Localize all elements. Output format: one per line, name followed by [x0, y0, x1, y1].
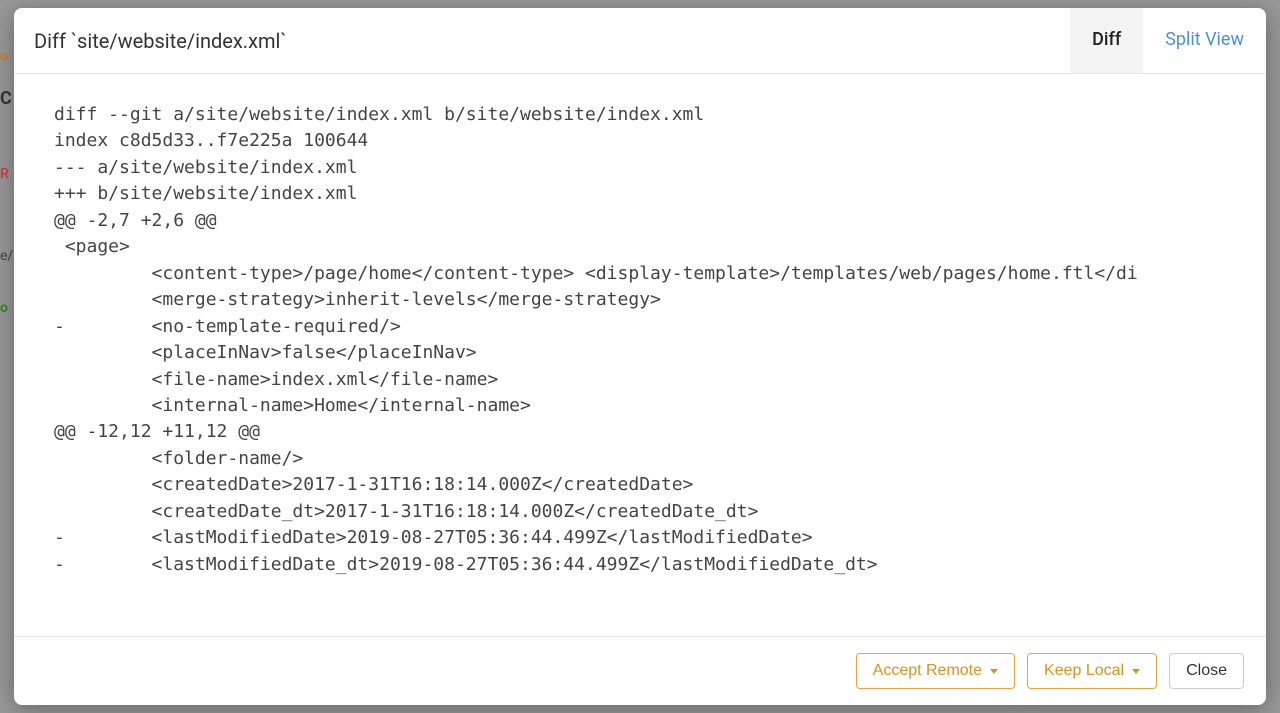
- accept-remote-button[interactable]: Accept Remote: [856, 653, 1015, 689]
- keep-local-label: Keep Local: [1044, 662, 1124, 680]
- modal-body[interactable]: diff --git a/site/website/index.xml b/si…: [14, 74, 1266, 636]
- modal-title: Diff `site/website/index.xml`: [14, 8, 1070, 73]
- caret-down-icon: [990, 669, 998, 674]
- backdrop-text: o: [0, 300, 8, 316]
- accept-remote-label: Accept Remote: [873, 662, 982, 680]
- backdrop-text: R: [0, 166, 9, 182]
- diff-content: diff --git a/site/website/index.xml b/si…: [54, 102, 1226, 578]
- backdrop-text: o: [0, 48, 8, 64]
- close-label: Close: [1186, 662, 1227, 680]
- modal-header: Diff `site/website/index.xml` Diff Split…: [14, 8, 1266, 74]
- close-button[interactable]: Close: [1169, 653, 1244, 689]
- tab-diff[interactable]: Diff: [1070, 8, 1143, 73]
- backdrop-text: C: [0, 88, 12, 109]
- view-tabs: Diff Split View: [1070, 8, 1266, 73]
- caret-down-icon: [1132, 669, 1140, 674]
- diff-modal: Diff `site/website/index.xml` Diff Split…: [14, 8, 1266, 705]
- modal-footer: Accept Remote Keep Local Close: [14, 636, 1266, 705]
- tab-split-view[interactable]: Split View: [1143, 8, 1266, 73]
- keep-local-button[interactable]: Keep Local: [1027, 653, 1157, 689]
